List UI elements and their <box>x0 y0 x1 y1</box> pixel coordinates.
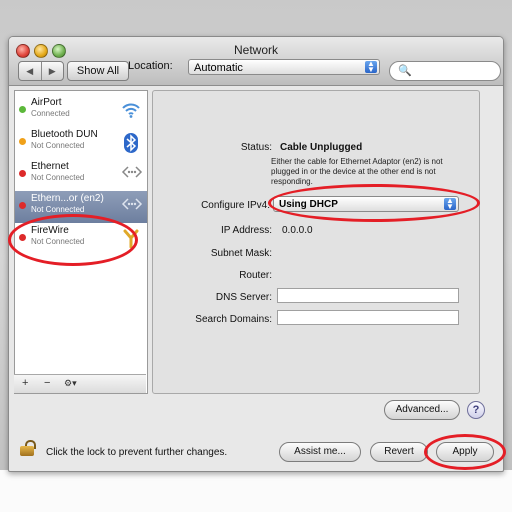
service-status: Not Connected <box>31 205 85 214</box>
ethernet-icon <box>121 197 143 217</box>
status-note: Either the cable for Ethernet Adaptor (e… <box>271 157 443 186</box>
search-field[interactable]: 🔍 <box>389 61 501 81</box>
status-dot <box>19 106 26 113</box>
wifi-icon <box>121 101 141 121</box>
service-list-buttons: + − ⚙▾ <box>14 374 146 393</box>
advanced-button[interactable]: Advanced... <box>384 400 460 420</box>
status-dot <box>19 138 26 145</box>
service-status: Not Connected <box>31 141 85 150</box>
action-menu-button[interactable]: ⚙▾ <box>64 378 77 389</box>
location-select[interactable]: Automatic ▲ ▼ <box>188 59 380 75</box>
router-label: Router: <box>239 270 272 281</box>
add-service-button[interactable]: + <box>22 377 28 389</box>
ethernet-icon <box>121 165 143 185</box>
search-icon: 🔍 <box>398 65 412 77</box>
photo-bottom-margin <box>0 470 512 512</box>
forward-button[interactable]: ▶ <box>40 62 64 80</box>
service-item-bluetooth-dun[interactable]: Bluetooth DUN Not Connected <box>15 127 147 159</box>
ip-address-value: 0.0.0.0 <box>282 225 313 236</box>
service-item-ethernet[interactable]: Ethernet Not Connected <box>15 159 147 191</box>
lock-message: Click the lock to prevent further change… <box>46 447 228 458</box>
location-value: Automatic <box>194 62 243 74</box>
lock-icon[interactable] <box>20 440 36 456</box>
configure-ipv4-select[interactable]: Using DHCP ▲ ▼ <box>273 196 459 212</box>
service-item-ethernet-en2[interactable]: Ethern...or (en2) Not Connected <box>15 191 147 223</box>
service-name: Bluetooth DUN <box>31 129 98 140</box>
back-forward-control: ◀ ▶ <box>18 61 64 81</box>
back-button[interactable]: ◀ <box>19 62 41 80</box>
service-name: Ethernet <box>31 161 69 172</box>
service-detail-panel <box>152 90 480 394</box>
assist-me-button[interactable]: Assist me... <box>279 442 361 462</box>
service-list: AirPort Connected Bluetooth DUN Not Conn… <box>14 90 148 394</box>
window-title: Network <box>233 43 278 57</box>
service-status: Not Connected <box>31 173 85 182</box>
search-domains-label: Search Domains: <box>195 314 272 325</box>
service-name: Ethern...or (en2) <box>31 193 104 204</box>
status-label: Status: <box>240 142 272 153</box>
subnet-mask-label: Subnet Mask: <box>210 248 272 259</box>
status-dot <box>19 202 26 209</box>
service-name: FireWire <box>31 225 69 236</box>
chevron-updown-icon: ▲ ▼ <box>365 60 377 74</box>
service-name: AirPort <box>31 97 62 108</box>
dns-server-label: DNS Server: <box>215 292 272 303</box>
search-domains-field[interactable] <box>277 310 459 325</box>
apply-button[interactable]: Apply <box>436 442 494 462</box>
status-dot <box>19 170 26 177</box>
ip-address-label: IP Address: <box>221 225 272 236</box>
configure-ipv4-label: Configure IPv4: <box>201 200 270 211</box>
status-dot <box>19 234 26 241</box>
firewire-icon <box>121 229 141 249</box>
service-status: Not Connected <box>31 237 85 246</box>
service-item-firewire[interactable]: FireWire Not Connected <box>15 223 147 255</box>
revert-button[interactable]: Revert <box>370 442 428 462</box>
remove-service-button[interactable]: − <box>44 377 50 389</box>
configure-ipv4-value: Using DHCP <box>279 199 338 210</box>
help-button[interactable]: ? <box>467 401 485 419</box>
service-status: Connected <box>31 109 70 118</box>
show-all-button[interactable]: Show All <box>67 61 129 81</box>
dns-server-field[interactable] <box>277 288 459 303</box>
service-item-airport[interactable]: AirPort Connected <box>15 95 147 127</box>
status-value: Cable Unplugged <box>280 142 363 153</box>
location-label: Location: <box>128 60 173 72</box>
bluetooth-icon <box>121 133 141 153</box>
chevron-updown-icon: ▲ ▼ <box>444 197 456 211</box>
